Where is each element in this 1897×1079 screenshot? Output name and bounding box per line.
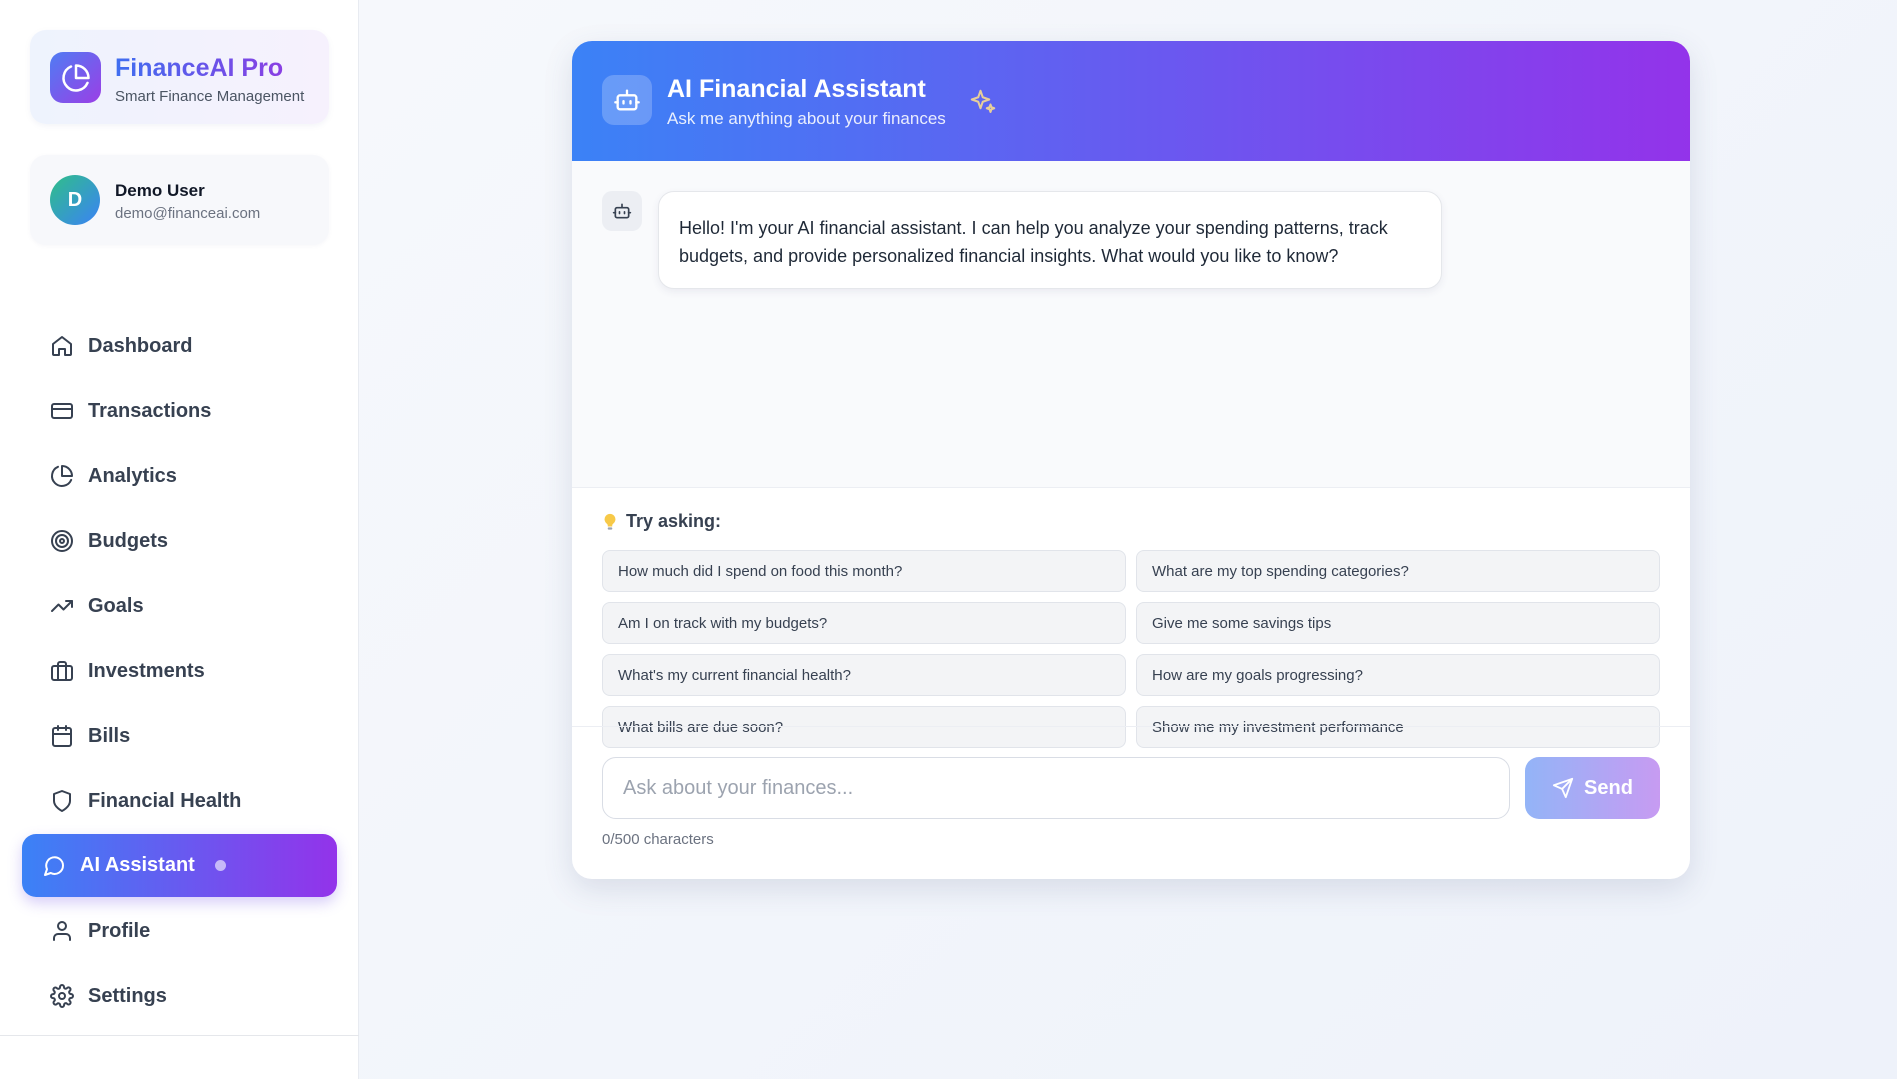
bot-icon <box>602 191 642 231</box>
trending-up-icon <box>51 600 73 612</box>
suggestions-title: Try asking: <box>626 511 722 531</box>
sidebar-divider <box>0 1035 359 1036</box>
sidebar-item-label: Budgets <box>88 529 168 552</box>
pie-chart-icon <box>51 465 73 487</box>
sidebar-item-ai-assistant[interactable]: AI Assistant <box>22 834 337 897</box>
lightbulb-icon <box>604 513 616 530</box>
character-counter: 0/500 characters <box>602 831 714 848</box>
calendar-icon <box>52 725 72 747</box>
chat-header: AI Financial Assistant Ask me anything a… <box>572 41 1690 161</box>
sidebar-item-investments[interactable]: Investments <box>30 645 329 697</box>
briefcase-icon <box>51 661 73 681</box>
sidebar-item-label: Profile <box>88 919 151 942</box>
sidebar-item-analytics[interactable]: Analytics <box>30 450 329 502</box>
credit-card-icon <box>51 403 73 419</box>
sidebar-item-label: Transactions <box>88 399 212 422</box>
sidebar-item-label: Investments <box>88 659 205 682</box>
sidebar-item-settings[interactable]: Settings <box>30 970 329 1022</box>
suggestion-chip[interactable]: Am I on track with my budgets? <box>602 602 1126 644</box>
composer-divider <box>572 726 1690 727</box>
gear-icon <box>50 984 74 1008</box>
sparkles-icon <box>970 89 996 113</box>
brand-card: FinanceAI Pro Smart Finance Management <box>30 30 329 124</box>
user-name: Demo User <box>115 181 205 200</box>
chat-input[interactable] <box>602 757 1510 819</box>
suggestion-chip[interactable]: What bills are due soon? <box>602 706 1126 748</box>
shield-icon <box>53 790 71 812</box>
home-icon <box>52 336 72 356</box>
suggestion-chip[interactable]: Give me some savings tips <box>1136 602 1660 644</box>
sidebar-item-dashboard[interactable]: Dashboard <box>30 320 329 372</box>
assistant-message: Hello! I'm your AI financial assistant. … <box>658 191 1442 289</box>
sidebar-item-label: Dashboard <box>88 334 193 357</box>
sidebar-item-budgets[interactable]: Budgets <box>30 515 329 567</box>
message-circle-icon <box>44 855 65 876</box>
message-list: Hello! I'm your AI financial assistant. … <box>572 161 1690 488</box>
send-icon <box>1552 777 1574 799</box>
sidebar-item-label: Settings <box>88 984 167 1007</box>
send-label: Send <box>1584 776 1633 799</box>
chat-subtitle: Ask me anything about your finances <box>667 109 946 128</box>
sidebar-item-goals[interactable]: Goals <box>30 580 329 632</box>
suggestions-heading: Try asking: <box>602 511 721 532</box>
chat-title: AI Financial Assistant <box>667 75 926 103</box>
target-icon <box>51 530 73 552</box>
sidebar-item-bills[interactable]: Bills <box>30 710 329 762</box>
suggestion-chip[interactable]: How much did I spend on food this month? <box>602 550 1126 592</box>
suggestion-chip[interactable]: How are my goals progressing? <box>1136 654 1660 696</box>
user-icon <box>53 921 71 941</box>
avatar: D <box>50 175 100 225</box>
user-card[interactable]: D Demo User demo@financeai.com <box>30 155 329 245</box>
sidebar-item-label: AI Assistant <box>80 854 195 876</box>
brand-name: FinanceAI Pro <box>115 54 284 82</box>
sidebar: FinanceAI Pro Smart Finance Management D… <box>0 0 359 1079</box>
suggestion-chip[interactable]: What are my top spending categories? <box>1136 550 1660 592</box>
chat-panel: AI Financial Assistant Ask me anything a… <box>572 41 1690 879</box>
sidebar-item-label: Goals <box>88 594 144 617</box>
sidebar-item-label: Bills <box>88 724 131 747</box>
send-button[interactable]: Send <box>1525 757 1660 819</box>
active-indicator-dot <box>214 860 226 871</box>
brand-subtitle: Smart Finance Management <box>115 88 305 105</box>
bot-icon <box>602 75 652 125</box>
sidebar-item-transactions[interactable]: Transactions <box>30 385 329 437</box>
pie-chart-logo-icon <box>50 52 101 103</box>
sidebar-item-financial-health[interactable]: Financial Health <box>30 775 329 827</box>
user-email: demo@financeai.com <box>115 205 261 222</box>
sidebar-item-label: Financial Health <box>88 789 242 812</box>
sidebar-item-label: Analytics <box>88 464 177 487</box>
sidebar-item-profile[interactable]: Profile <box>30 905 329 957</box>
suggestion-chip[interactable]: What's my current financial health? <box>602 654 1126 696</box>
suggestion-chip[interactable]: Show me my investment performance <box>1136 706 1660 748</box>
